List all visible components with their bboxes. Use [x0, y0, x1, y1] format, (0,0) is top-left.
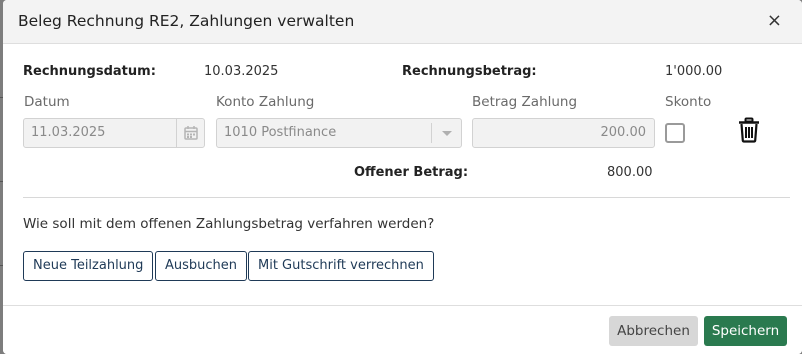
payment-date-field[interactable]: 11.03.2025 [23, 118, 205, 148]
chevron-down-icon[interactable] [431, 123, 461, 143]
invoice-date-value: 10.03.2025 [204, 64, 279, 79]
dialog-title: Beleg Rechnung RE2, Zahlungen verwalten [18, 12, 355, 30]
new-partial-payment-button[interactable]: Neue Teilzahlung [23, 251, 154, 281]
save-button[interactable]: Speichern [704, 316, 787, 346]
discount-label: Skonto [665, 94, 712, 110]
trash-icon[interactable] [738, 117, 760, 143]
invoice-date-label: Rechnungsdatum: [23, 64, 156, 79]
calendar-icon[interactable] [176, 119, 204, 147]
payment-account-label: Konto Zahlung [216, 94, 315, 110]
open-amount-value: 800.00 [607, 165, 653, 180]
payment-account-select[interactable]: 1010 Postfinance [216, 118, 462, 148]
cancel-button[interactable]: Abbrechen [609, 316, 698, 346]
write-off-button[interactable]: Ausbuchen [155, 251, 248, 281]
invoice-amount-label: Rechnungsbetrag: [402, 64, 537, 79]
divider [23, 197, 790, 198]
payment-amount-field[interactable]: 200.00 [472, 118, 655, 148]
invoice-amount-value: 1'000.00 [665, 64, 723, 79]
payment-date-label: Datum [24, 94, 70, 110]
close-icon[interactable]: × [767, 10, 782, 32]
credit-note-button[interactable]: Mit Gutschrift verrechnen [248, 251, 434, 281]
payment-dialog: Beleg Rechnung RE2, Zahlungen verwalten … [3, 0, 802, 354]
dialog-header: Beleg Rechnung RE2, Zahlungen verwalten … [3, 0, 802, 44]
payment-account-value: 1010 Postfinance [224, 125, 337, 140]
payment-amount-value: 200.00 [600, 125, 647, 140]
discount-checkbox[interactable] [665, 123, 685, 143]
payment-date-value: 11.03.2025 [31, 125, 106, 140]
open-amount-label: Offener Betrag: [354, 165, 469, 180]
payment-amount-label: Betrag Zahlung [472, 94, 578, 110]
open-amount-question: Wie soll mit dem offenen Zahlungsbetrag … [23, 216, 435, 232]
dialog-footer: Abbrechen Speichern [3, 305, 802, 354]
